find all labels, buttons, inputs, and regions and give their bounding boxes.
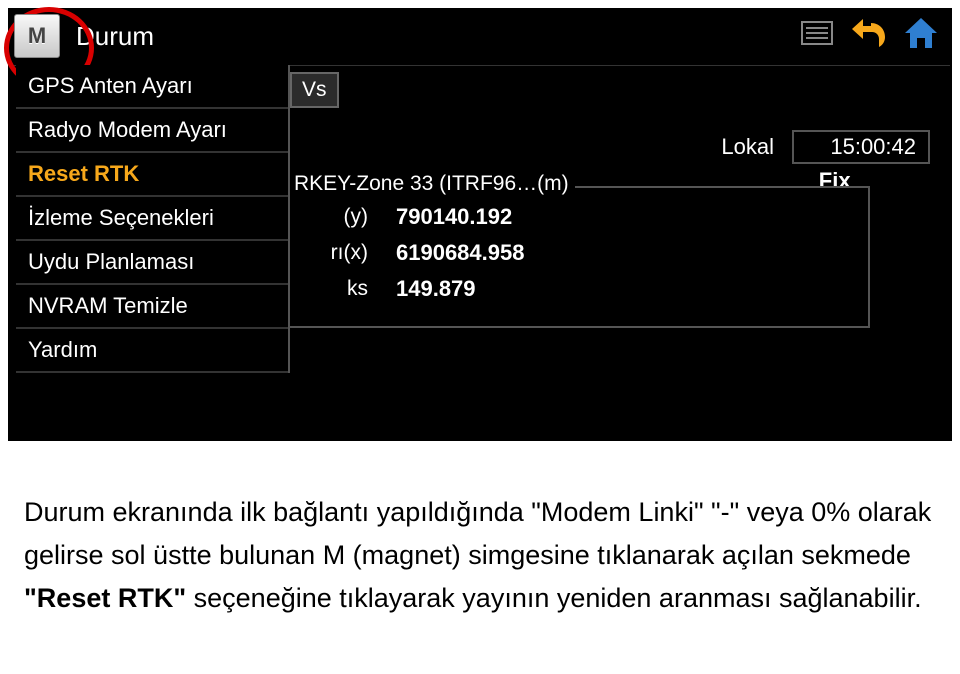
coord-value-x: 6190684.958 — [396, 240, 524, 266]
m-menu-button[interactable]: M — [14, 14, 60, 58]
caption-text-a: Durum ekranında ilk bağlantı yapıldığınd… — [24, 497, 931, 570]
window-title: Durum — [76, 21, 154, 52]
back-arrow-icon[interactable] — [848, 15, 890, 51]
title-bar: M Durum — [10, 11, 950, 61]
coord-label-ks: ks — [288, 277, 396, 301]
fieldset-legend: RKEY-Zone 33 (ITRF96…(m) — [288, 172, 575, 196]
time-value: 15:00:42 — [792, 130, 930, 164]
dropdown-menu: GPS Anten Ayarı Radyo Modem Ayarı Reset … — [16, 65, 290, 373]
lokal-label: Lokal — [721, 134, 774, 160]
menu-item-radyo-modem[interactable]: Radyo Modem Ayarı — [16, 109, 288, 153]
coord-label-x: rı(x) — [288, 241, 396, 265]
coord-row-ks: ks 149.879 — [288, 276, 868, 302]
home-icon[interactable] — [900, 15, 942, 51]
coord-value-ks: 149.879 — [396, 276, 476, 302]
menu-item-izleme[interactable]: İzleme Seçenekleri — [16, 197, 288, 241]
coord-fieldset: RKEY-Zone 33 (ITRF96…(m) (y) 790140.192 … — [288, 186, 870, 328]
app-window: M Durum Vs — [8, 8, 952, 441]
coord-label-y: (y) — [288, 205, 396, 229]
caption-bold: "Reset RTK" — [24, 583, 186, 613]
coord-row-x: rı(x) 6190684.958 — [288, 240, 868, 266]
caption-text-b: seçeneğine tıklayarak yayının yeniden ar… — [186, 583, 921, 613]
menu-item-reset-rtk[interactable]: Reset RTK — [16, 153, 288, 197]
top-icon-bar — [796, 15, 942, 51]
coord-row-y: (y) 790140.192 — [288, 204, 868, 230]
menu-item-nvram[interactable]: NVRAM Temizle — [16, 285, 288, 329]
caption-paragraph: Durum ekranında ilk bağlantı yapıldığınd… — [24, 491, 936, 621]
coord-value-y: 790140.192 — [396, 204, 512, 230]
menu-item-yardim[interactable]: Yardım — [16, 329, 288, 373]
menu-item-gps-anten[interactable]: GPS Anten Ayarı — [16, 65, 288, 109]
menu-item-uydu[interactable]: Uydu Planlaması — [16, 241, 288, 285]
list-icon[interactable] — [796, 15, 838, 51]
status-block: Lokal 15:00:42 Fix — [721, 130, 930, 194]
tab-fragment[interactable]: Vs — [290, 72, 339, 108]
